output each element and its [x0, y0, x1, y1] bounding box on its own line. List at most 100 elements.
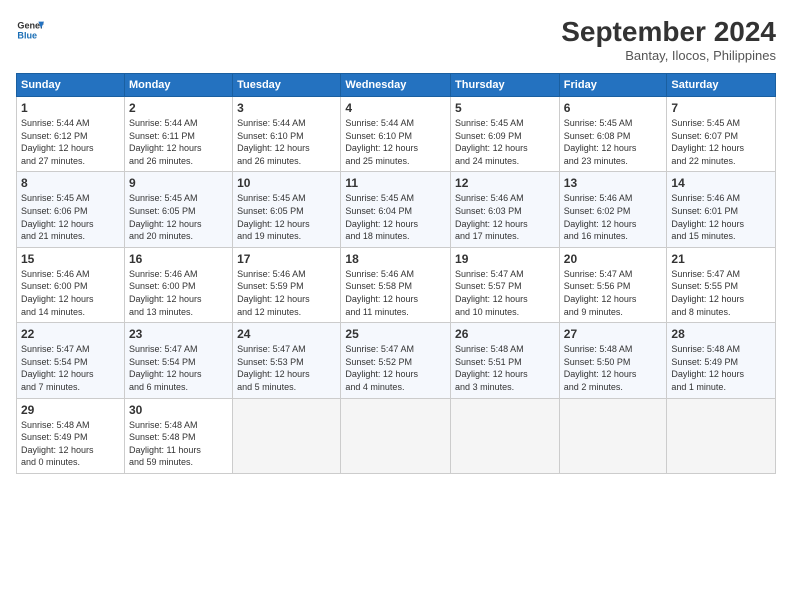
day-number: 15: [21, 252, 120, 266]
calendar-cell: 21 Sunrise: 5:47 AM Sunset: 5:55 PM Dayli…: [667, 247, 776, 322]
day-number: 10: [237, 176, 336, 190]
calendar-cell: [667, 398, 776, 473]
col-header-saturday: Saturday: [667, 74, 776, 97]
day-info: Sunrise: 5:44 AM Sunset: 6:11 PM Dayligh…: [129, 117, 228, 167]
day-number: 29: [21, 403, 120, 417]
calendar-cell: 4 Sunrise: 5:44 AM Sunset: 6:10 PM Daylig…: [341, 97, 451, 172]
day-info: Sunrise: 5:47 AM Sunset: 5:54 PM Dayligh…: [129, 343, 228, 393]
calendar-cell: 14 Sunrise: 5:46 AM Sunset: 6:01 PM Dayli…: [667, 172, 776, 247]
calendar-cell: 24 Sunrise: 5:47 AM Sunset: 5:53 PM Dayli…: [233, 323, 341, 398]
logo: General Blue: [16, 16, 44, 44]
day-info: Sunrise: 5:47 AM Sunset: 5:57 PM Dayligh…: [455, 268, 555, 318]
day-info: Sunrise: 5:46 AM Sunset: 6:02 PM Dayligh…: [564, 192, 663, 242]
calendar-cell: 12Sunrise: 5:46 AM Sunset: 6:03 PM Dayli…: [451, 172, 560, 247]
day-info: Sunrise: 5:47 AM Sunset: 5:53 PM Dayligh…: [237, 343, 336, 393]
day-number: 1: [21, 101, 120, 115]
day-info: Sunrise: 5:45 AM Sunset: 6:06 PM Dayligh…: [21, 192, 120, 242]
day-info: Sunrise: 5:44 AM Sunset: 6:10 PM Dayligh…: [345, 117, 446, 167]
day-info: Sunrise: 5:46 AM Sunset: 6:00 PM Dayligh…: [129, 268, 228, 318]
calendar-cell: 23 Sunrise: 5:47 AM Sunset: 5:54 PM Dayli…: [124, 323, 232, 398]
calendar-cell: 2 Sunrise: 5:44 AM Sunset: 6:11 PM Daylig…: [124, 97, 232, 172]
day-number: 22: [21, 327, 120, 341]
day-number: 16: [129, 252, 228, 266]
calendar-cell: 18 Sunrise: 5:46 AM Sunset: 5:58 PM Dayli…: [341, 247, 451, 322]
svg-text:Blue: Blue: [17, 30, 37, 40]
calendar-table: SundayMondayTuesdayWednesdayThursdayFrid…: [16, 73, 776, 474]
col-header-sunday: Sunday: [17, 74, 125, 97]
day-info: Sunrise: 5:45 AM Sunset: 6:04 PM Dayligh…: [345, 192, 446, 242]
calendar-cell: 3Sunrise: 5:44 AM Sunset: 6:10 PM Daylig…: [233, 97, 341, 172]
day-info: Sunrise: 5:45 AM Sunset: 6:09 PM Dayligh…: [455, 117, 555, 167]
day-number: 28: [671, 327, 771, 341]
calendar-cell: 27Sunrise: 5:48 AM Sunset: 5:50 PM Dayli…: [559, 323, 667, 398]
col-header-tuesday: Tuesday: [233, 74, 341, 97]
day-info: Sunrise: 5:47 AM Sunset: 5:56 PM Dayligh…: [564, 268, 663, 318]
day-number: 18: [345, 252, 446, 266]
calendar-cell: 1 Sunrise: 5:44 AM Sunset: 6:12 PM Daylig…: [17, 97, 125, 172]
day-info: Sunrise: 5:45 AM Sunset: 6:05 PM Dayligh…: [237, 192, 336, 242]
day-info: Sunrise: 5:46 AM Sunset: 5:59 PM Dayligh…: [237, 268, 336, 318]
day-number: 24: [237, 327, 336, 341]
day-number: 19: [455, 252, 555, 266]
day-info: Sunrise: 5:46 AM Sunset: 6:00 PM Dayligh…: [21, 268, 120, 318]
day-number: 3: [237, 101, 336, 115]
day-number: 27: [564, 327, 663, 341]
day-number: 17: [237, 252, 336, 266]
calendar-cell: 28 Sunrise: 5:48 AM Sunset: 5:49 PM Dayli…: [667, 323, 776, 398]
month-title: September 2024: [561, 16, 776, 48]
page: General Blue September 2024 Bantay, Iloc…: [0, 0, 792, 612]
day-number: 7: [671, 101, 771, 115]
day-number: 13: [564, 176, 663, 190]
day-number: 14: [671, 176, 771, 190]
calendar-cell: 15 Sunrise: 5:46 AM Sunset: 6:00 PM Dayli…: [17, 247, 125, 322]
calendar-cell: 20 Sunrise: 5:47 AM Sunset: 5:56 PM Dayli…: [559, 247, 667, 322]
day-info: Sunrise: 5:46 AM Sunset: 5:58 PM Dayligh…: [345, 268, 446, 318]
calendar-cell: 17 Sunrise: 5:46 AM Sunset: 5:59 PM Dayli…: [233, 247, 341, 322]
calendar-cell: 13 Sunrise: 5:46 AM Sunset: 6:02 PM Dayli…: [559, 172, 667, 247]
calendar-cell: [341, 398, 451, 473]
calendar-cell: 9Sunrise: 5:45 AM Sunset: 6:05 PM Daylig…: [124, 172, 232, 247]
day-number: 2: [129, 101, 228, 115]
day-info: Sunrise: 5:47 AM Sunset: 5:52 PM Dayligh…: [345, 343, 446, 393]
day-number: 30: [129, 403, 228, 417]
calendar-cell: 30 Sunrise: 5:48 AM Sunset: 5:48 PM Dayli…: [124, 398, 232, 473]
calendar-cell: [451, 398, 560, 473]
day-number: 20: [564, 252, 663, 266]
calendar-cell: 11 Sunrise: 5:45 AM Sunset: 6:04 PM Dayli…: [341, 172, 451, 247]
calendar-cell: 10 Sunrise: 5:45 AM Sunset: 6:05 PM Dayli…: [233, 172, 341, 247]
day-info: Sunrise: 5:46 AM Sunset: 6:01 PM Dayligh…: [671, 192, 771, 242]
calendar-cell: 25 Sunrise: 5:47 AM Sunset: 5:52 PM Dayli…: [341, 323, 451, 398]
location: Bantay, Ilocos, Philippines: [561, 48, 776, 63]
col-header-thursday: Thursday: [451, 74, 560, 97]
day-info: Sunrise: 5:48 AM Sunset: 5:49 PM Dayligh…: [671, 343, 771, 393]
col-header-monday: Monday: [124, 74, 232, 97]
day-number: 23: [129, 327, 228, 341]
calendar-cell: 26 Sunrise: 5:48 AM Sunset: 5:51 PM Dayli…: [451, 323, 560, 398]
day-info: Sunrise: 5:45 AM Sunset: 6:05 PM Dayligh…: [129, 192, 228, 242]
header: General Blue September 2024 Bantay, Iloc…: [16, 16, 776, 63]
calendar-cell: 16 Sunrise: 5:46 AM Sunset: 6:00 PM Dayli…: [124, 247, 232, 322]
day-info: Sunrise: 5:45 AM Sunset: 6:08 PM Dayligh…: [564, 117, 663, 167]
calendar-cell: [233, 398, 341, 473]
calendar-cell: 19 Sunrise: 5:47 AM Sunset: 5:57 PM Dayli…: [451, 247, 560, 322]
day-number: 4: [345, 101, 446, 115]
day-info: Sunrise: 5:48 AM Sunset: 5:48 PM Dayligh…: [129, 419, 228, 469]
calendar-cell: 8 Sunrise: 5:45 AM Sunset: 6:06 PM Daylig…: [17, 172, 125, 247]
calendar-cell: 29Sunrise: 5:48 AM Sunset: 5:49 PM Dayli…: [17, 398, 125, 473]
day-info: Sunrise: 5:47 AM Sunset: 5:55 PM Dayligh…: [671, 268, 771, 318]
day-number: 25: [345, 327, 446, 341]
day-number: 26: [455, 327, 555, 341]
day-number: 11: [345, 176, 446, 190]
calendar-cell: [559, 398, 667, 473]
calendar-cell: 7 Sunrise: 5:45 AM Sunset: 6:07 PM Daylig…: [667, 97, 776, 172]
logo-icon: General Blue: [16, 16, 44, 44]
day-info: Sunrise: 5:47 AM Sunset: 5:54 PM Dayligh…: [21, 343, 120, 393]
calendar-cell: 22 Sunrise: 5:47 AM Sunset: 5:54 PM Dayli…: [17, 323, 125, 398]
day-number: 21: [671, 252, 771, 266]
day-info: Sunrise: 5:48 AM Sunset: 5:51 PM Dayligh…: [455, 343, 555, 393]
day-number: 8: [21, 176, 120, 190]
day-info: Sunrise: 5:44 AM Sunset: 6:12 PM Dayligh…: [21, 117, 120, 167]
col-header-wednesday: Wednesday: [341, 74, 451, 97]
col-header-friday: Friday: [559, 74, 667, 97]
day-info: Sunrise: 5:45 AM Sunset: 6:07 PM Dayligh…: [671, 117, 771, 167]
